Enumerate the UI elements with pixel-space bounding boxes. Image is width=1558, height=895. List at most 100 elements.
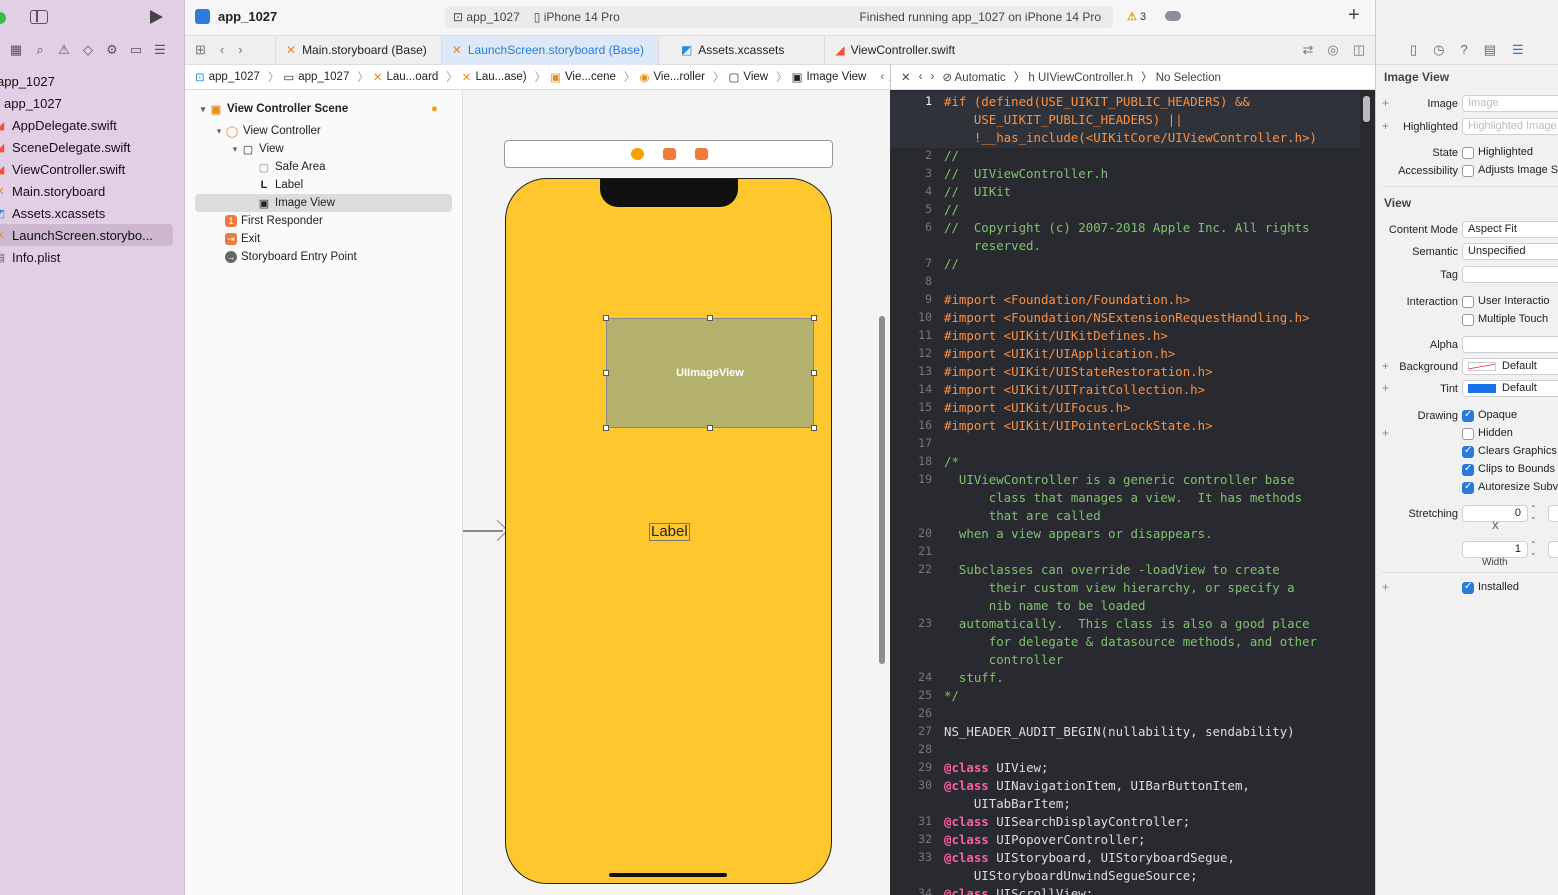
resize-handle[interactable] — [811, 315, 817, 321]
resize-handle[interactable] — [707, 315, 713, 321]
refresh-icon[interactable]: ⇄ — [1302, 42, 1313, 58]
clears-graphics-checkbox[interactable] — [1462, 445, 1474, 458]
device-frame[interactable]: UIImageView Label — [505, 178, 832, 884]
code-line[interactable]: */ — [944, 688, 959, 703]
code-line[interactable]: #import <Foundation/Foundation.h> — [944, 292, 1190, 307]
close-icon[interactable]: ✕ — [901, 70, 911, 84]
file-item-launchscreen[interactable]: ✕LaunchScreen.storybo... — [0, 224, 173, 246]
code-line[interactable]: #import <UIKit/UIStateRestoration.h> — [944, 364, 1213, 379]
outline-entry-point[interactable]: → Storyboard Entry Point — [185, 248, 462, 266]
code-line[interactable]: // UIViewController.h — [944, 166, 1108, 181]
outline-safe-area[interactable]: ▢ Safe Area — [185, 158, 462, 176]
scheme-status-bar[interactable]: ⊡ app_1027 ▯ iPhone 14 Pro Finished runn… — [445, 6, 1113, 28]
code-line[interactable]: when a view appears or disappears. — [944, 526, 1213, 541]
first-responder-dock-icon[interactable] — [663, 148, 676, 160]
user-interaction-checkbox[interactable] — [1462, 296, 1474, 308]
code-line[interactable]: @class UIView; — [944, 760, 1048, 775]
code-line[interactable]: UIStoryboardUnwindSegueSource; — [944, 868, 1198, 883]
forward-icon[interactable]: › — [930, 71, 934, 83]
alpha-field[interactable] — [1462, 336, 1558, 353]
scheme-selector[interactable]: ⊡ app_1027 — [453, 10, 520, 24]
code-line[interactable]: // — [944, 148, 959, 163]
clips-to-bounds-checkbox[interactable] — [1462, 463, 1474, 476]
grid-icon[interactable]: ⊞ — [195, 42, 206, 58]
device-selector[interactable]: ▯ iPhone 14 Pro — [534, 10, 620, 24]
installed-checkbox[interactable] — [1462, 581, 1474, 594]
image-field[interactable]: Image — [1462, 95, 1558, 112]
stretch-width-field[interactable]: 1 — [1462, 541, 1528, 558]
resize-handle[interactable] — [811, 425, 817, 431]
autoresize-checkbox[interactable] — [1462, 481, 1474, 494]
history-inspector-icon[interactable]: ◷ — [1433, 42, 1444, 58]
code-line[interactable]: #import <UIKit/UIKitDefines.h> — [944, 328, 1168, 343]
content-mode-select[interactable]: Aspect Fit — [1462, 221, 1558, 238]
crumb-project[interactable]: app_1027 — [209, 71, 260, 83]
stretch-y-field[interactable] — [1548, 505, 1558, 522]
file-item-main-storyboard[interactable]: ✕Main.storyboard — [0, 180, 184, 202]
run-button[interactable] — [150, 10, 163, 24]
code-line[interactable]: NS_HEADER_AUDIT_BEGIN(nullability, senda… — [944, 724, 1295, 739]
selection-crumb[interactable]: 〉 No Selection — [1141, 69, 1221, 85]
highlighted-checkbox[interactable] — [1462, 147, 1474, 159]
code-line[interactable]: @class UISearchDisplayController; — [944, 814, 1190, 829]
semantic-select[interactable]: Unspecified — [1462, 243, 1558, 260]
code-line[interactable]: #import <UIKit/UIApplication.h> — [944, 346, 1175, 361]
code-line[interactable]: #if (defined(USE_UIKIT_PUBLIC_HEADERS) &… — [944, 94, 1250, 109]
outline-first-responder[interactable]: 1 First Responder — [185, 212, 462, 230]
outline-scene[interactable]: ▾ ▣ View Controller Scene ● — [185, 100, 462, 118]
file-item-viewcontroller[interactable]: ◢ViewController.swift — [0, 158, 184, 180]
multiple-touch-checkbox[interactable] — [1462, 314, 1474, 326]
code-editor[interactable]: 1 #if (defined(USE_UIKIT_PUBLIC_HEADERS) … — [890, 90, 1375, 895]
image-view-element[interactable]: UIImageView — [603, 315, 817, 431]
attributes-inspector-icon[interactable]: ☰ — [1512, 42, 1524, 58]
header-file-crumb[interactable]: 〉 h UIViewController.h — [1014, 69, 1133, 85]
disclosure-icon[interactable]: ▾ — [229, 144, 241, 155]
view-controller-dock-icon[interactable] — [631, 148, 644, 160]
back-icon[interactable]: ‹ — [919, 71, 923, 83]
file-inspector-icon[interactable]: ▯ — [1410, 42, 1417, 58]
code-line[interactable]: @class UINavigationItem, UIBarButtonItem… — [944, 778, 1250, 793]
code-line[interactable]: // UIKit — [944, 184, 1011, 199]
code-line[interactable]: #import <Foundation/NSExtensionRequestHa… — [944, 310, 1310, 325]
code-line[interactable]: their custom view hierarchy, or specify … — [944, 580, 1295, 595]
variation-plus-icon[interactable]: + — [1382, 426, 1389, 440]
code-line[interactable]: UIViewController is a generic controller… — [944, 472, 1295, 487]
tab-assets[interactable]: ◩ Assets.xcassets — [657, 35, 824, 65]
adjust-icon[interactable]: ◎ — [1327, 42, 1338, 58]
folder-navigator-icon[interactable]: ▦ — [8, 42, 24, 58]
storyboard-canvas[interactable]: UIImageView Label — [463, 90, 890, 895]
crumb-group[interactable]: app_1027 — [298, 71, 349, 83]
stepper-icon[interactable]: ⌃ ⌄ — [1530, 505, 1537, 521]
exit-dock-icon[interactable] — [695, 148, 708, 160]
resize-handle[interactable] — [603, 425, 609, 431]
resize-handle[interactable] — [811, 370, 817, 376]
stretch-height-field[interactable] — [1548, 541, 1558, 558]
add-icon[interactable]: + — [1348, 4, 1360, 27]
disclosure-icon[interactable]: ▾ — [213, 126, 225, 137]
code-line[interactable]: that are called — [944, 508, 1101, 523]
file-item-assets[interactable]: ◩Assets.xcassets — [0, 202, 184, 224]
back-icon[interactable]: ‹ — [220, 42, 224, 58]
breakpoint-navigator-icon[interactable]: ▭ — [128, 42, 144, 58]
split-editor-icon[interactable]: ◫ — [1353, 42, 1365, 58]
help-inspector-icon[interactable]: ? — [1461, 42, 1468, 57]
code-line[interactable]: #import <UIKit/UIFocus.h> — [944, 400, 1131, 415]
identity-inspector-icon[interactable]: ▤ — [1484, 42, 1496, 58]
stretch-x-field[interactable]: 0 — [1462, 505, 1528, 522]
crumb-view[interactable]: View — [743, 71, 768, 83]
code-line[interactable]: // Copyright (c) 2007-2018 Apple Inc. Al… — [944, 220, 1310, 235]
opaque-checkbox[interactable] — [1462, 409, 1474, 422]
outline-label[interactable]: L Label — [185, 176, 462, 194]
crumb-controller[interactable]: Vie...roller — [653, 71, 705, 83]
code-line[interactable]: USE_UIKIT_PUBLIC_HEADERS) || — [944, 112, 1183, 127]
resize-handle[interactable] — [707, 425, 713, 431]
adjusts-image-checkbox[interactable] — [1462, 165, 1474, 177]
code-line[interactable]: // — [944, 256, 959, 271]
outline-view[interactable]: ▾ ▢ View — [185, 140, 462, 158]
test-navigator-icon[interactable]: ◇ — [80, 42, 96, 58]
debug-navigator-icon[interactable]: ⚙ — [104, 42, 120, 58]
crumb-back-icon[interactable]: ‹ — [880, 71, 884, 83]
issue-navigator-icon[interactable]: ⚠ — [56, 42, 72, 58]
variation-plus-icon[interactable]: + — [1382, 580, 1389, 594]
entry-point-arrow[interactable] — [463, 530, 503, 532]
